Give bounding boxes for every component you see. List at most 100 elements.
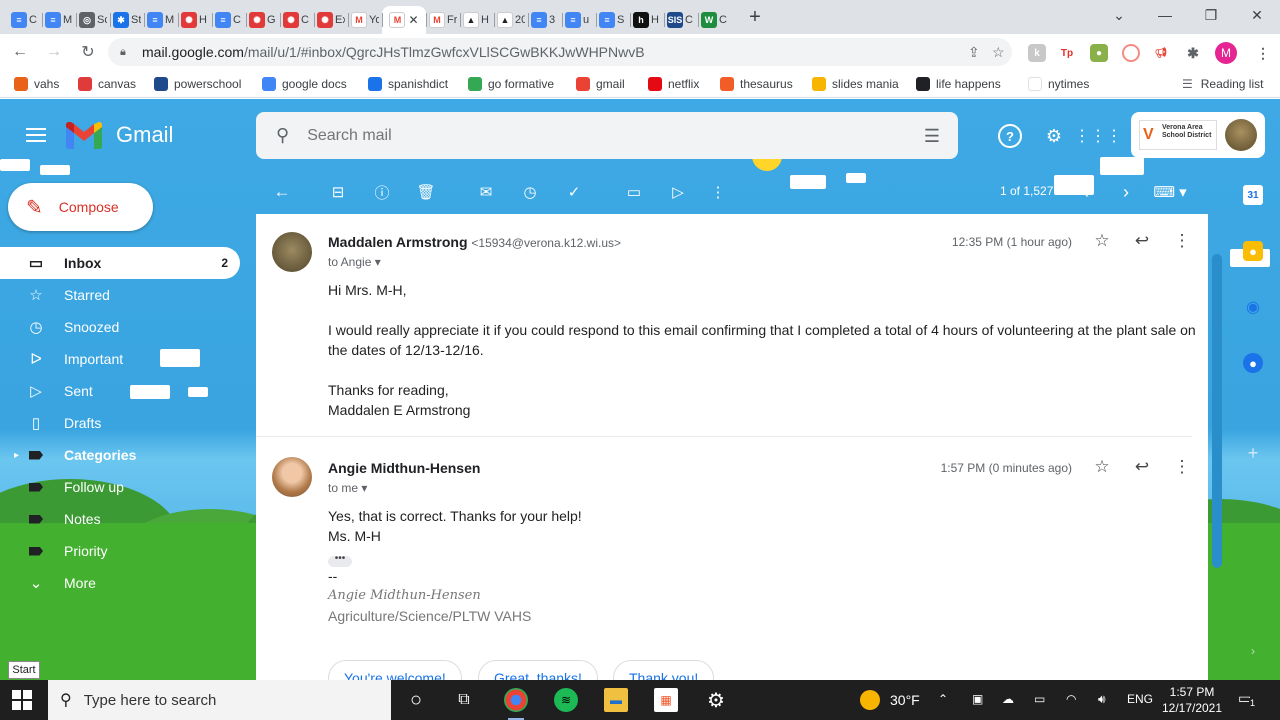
browser-tab[interactable]: ≡ C (8, 6, 42, 34)
help-icon[interactable]: ? (998, 124, 1022, 148)
settings-gear-icon[interactable]: ⚙ (704, 688, 728, 712)
browser-tab[interactable]: ▲ 20 (494, 6, 528, 34)
reply-icon[interactable]: ↩ (1132, 231, 1152, 251)
bookmark-item[interactable]: go formative (468, 75, 554, 93)
bookmark-item[interactable]: vahs (14, 75, 59, 93)
sender-avatar[interactable] (272, 232, 312, 272)
chrome-taskbar-icon[interactable] (504, 688, 528, 720)
file-explorer-icon[interactable]: ▬ (604, 688, 628, 712)
add-to-tasks-icon[interactable]: ✓ (564, 182, 584, 202)
browser-tab[interactable]: ✺ C (280, 6, 314, 34)
bookmark-item[interactable]: spanishdict (368, 75, 448, 93)
sidebar-item-follow-up[interactable]: Follow up (0, 471, 240, 503)
browser-tab[interactable]: ✱ St (110, 6, 144, 34)
browser-tab[interactable]: M Yo (348, 6, 382, 34)
reload-button[interactable]: ↻ (74, 38, 102, 66)
bookmark-item[interactable]: slides mania (812, 75, 899, 93)
search-bar[interactable]: ⚲ ☰ (256, 112, 958, 159)
extension-tp-icon[interactable]: Tp (1058, 44, 1076, 62)
minimize-button[interactable]: — (1142, 0, 1188, 30)
report-spam-icon[interactable]: ⓘ (372, 182, 392, 202)
extension-circle-icon[interactable] (1122, 44, 1140, 62)
bookmark-item[interactable]: powerschool (154, 75, 241, 93)
sidebar-item-drafts[interactable]: ▯ Drafts (0, 407, 240, 439)
close-window-button[interactable]: ✕ (1234, 0, 1280, 30)
input-tools-icon[interactable]: ⌨ ▾ (1152, 182, 1188, 202)
sidebar-item-more[interactable]: ⌄ More (0, 567, 240, 599)
extension-megaphone-icon[interactable]: 📢︎ (1152, 44, 1170, 62)
bookmark-star-icon[interactable]: ☆ (992, 44, 1005, 61)
browser-tab[interactable]: ✺Ex (314, 6, 348, 34)
browser-tab[interactable]: ≡ M (42, 6, 76, 34)
cortana-icon[interactable]: ○ (404, 688, 428, 712)
more-options-icon[interactable]: ⋮ (708, 182, 728, 202)
browser-tab[interactable]: ▲ H (460, 6, 494, 34)
bookmark-item[interactable]: thesaurus (720, 75, 793, 93)
microsoft-store-icon[interactable]: ▦ (654, 688, 678, 712)
tray-app-icon[interactable]: ▣ (972, 692, 983, 706)
battery-icon[interactable]: ▭ (1034, 692, 1045, 706)
browser-tab-active[interactable]: M ✕ (382, 6, 426, 34)
mark-unread-icon[interactable]: ✉ (476, 182, 496, 202)
sender-avatar[interactable] (272, 457, 312, 497)
back-button[interactable]: ← (6, 38, 34, 66)
sender-name[interactable]: Maddalen Armstrong (328, 234, 468, 250)
browser-tab[interactable]: ≡ M (144, 6, 178, 34)
temperature[interactable]: 30°F (890, 692, 920, 708)
restore-button[interactable]: ❐ (1188, 0, 1234, 30)
sidebar-item-snoozed[interactable]: ◷ Snoozed (0, 311, 240, 343)
task-view-icon[interactable]: ⧉ (452, 688, 476, 712)
new-tab-button[interactable]: + (740, 2, 770, 32)
browser-tab[interactable]: SIS C (664, 6, 698, 34)
browser-tab[interactable]: ≡ S (596, 6, 630, 34)
bookmark-item[interactable]: netflix (648, 75, 699, 93)
tasks-icon[interactable]: ◉ (1243, 297, 1263, 317)
message-more-icon[interactable]: ⋮ (1172, 457, 1192, 477)
apps-grid-icon[interactable]: ⋮⋮⋮ (1074, 124, 1122, 148)
bookmark-item[interactable]: google docs (262, 75, 347, 93)
expand-caret-icon[interactable]: ▸ (14, 450, 19, 461)
tab-search-icon[interactable]: ⌄ (1096, 0, 1142, 30)
browser-tab[interactable]: hH (630, 6, 664, 34)
volume-icon[interactable]: 🔊︎ (1098, 692, 1106, 707)
notifications-icon[interactable]: ▭ 1 (1238, 690, 1258, 710)
input-language[interactable]: ENG (1127, 692, 1153, 706)
snooze-icon[interactable]: ◷ (520, 182, 540, 202)
browser-tab[interactable]: M Fr (426, 6, 460, 34)
sidebar-item-important[interactable]: ᐅ Important (0, 343, 240, 375)
pane-scrollbar[interactable] (1212, 254, 1222, 568)
archive-icon[interactable]: ⊟ (328, 182, 348, 202)
wifi-icon[interactable]: ◠ (1066, 692, 1076, 706)
back-to-inbox-icon[interactable]: ← (272, 182, 292, 202)
taskbar-clock[interactable]: 1:57 PM 12/17/2021 (1160, 684, 1224, 716)
account-avatar[interactable] (1225, 119, 1257, 151)
smart-reply-button[interactable]: Great, thanks! (478, 660, 598, 680)
bookmark-item[interactable]: life happens (916, 75, 1001, 93)
settings-gear-icon[interactable]: ⚙ (1042, 124, 1066, 148)
message-more-icon[interactable]: ⋮ (1172, 231, 1192, 251)
get-addons-icon[interactable]: + (1243, 443, 1263, 463)
close-tab-icon[interactable]: ✕ (408, 13, 418, 27)
browser-tab[interactable]: ≡ u (562, 6, 596, 34)
extension-plant-icon[interactable]: ● (1090, 44, 1108, 62)
reading-list-button[interactable]: ☰ Reading list (1182, 75, 1263, 93)
sidebar-item-inbox[interactable]: ▭ Inbox 2 (0, 247, 240, 279)
sidebar-item-starred[interactable]: ☆ Starred (0, 279, 240, 311)
calendar-icon[interactable]: 31 (1243, 185, 1263, 205)
older-chevron-icon[interactable]: › (1116, 182, 1136, 202)
keep-icon[interactable]: ● (1243, 241, 1263, 261)
forward-button[interactable]: → (40, 38, 68, 66)
browser-tab[interactable]: ✺ H (178, 6, 212, 34)
bookmark-item[interactable]: nytimes (1028, 75, 1089, 93)
onedrive-cloud-icon[interactable]: ☁ (1002, 692, 1014, 706)
search-icon[interactable]: ⚲ (276, 125, 289, 146)
delete-icon[interactable]: 🗑︎ (416, 182, 436, 202)
browser-menu-icon[interactable]: ⋮ (1254, 44, 1272, 62)
browser-tab[interactable]: WC (698, 6, 732, 34)
profile-avatar[interactable]: M (1215, 42, 1237, 64)
search-options-icon[interactable]: ☰ (924, 126, 940, 147)
compose-button[interactable]: ✎ Compose (8, 183, 153, 231)
share-icon[interactable]: ⇪ (968, 44, 980, 61)
show-hidden-icons-chevron-icon[interactable]: ⌃ (938, 692, 948, 706)
bookmark-item[interactable]: canvas (78, 75, 136, 93)
